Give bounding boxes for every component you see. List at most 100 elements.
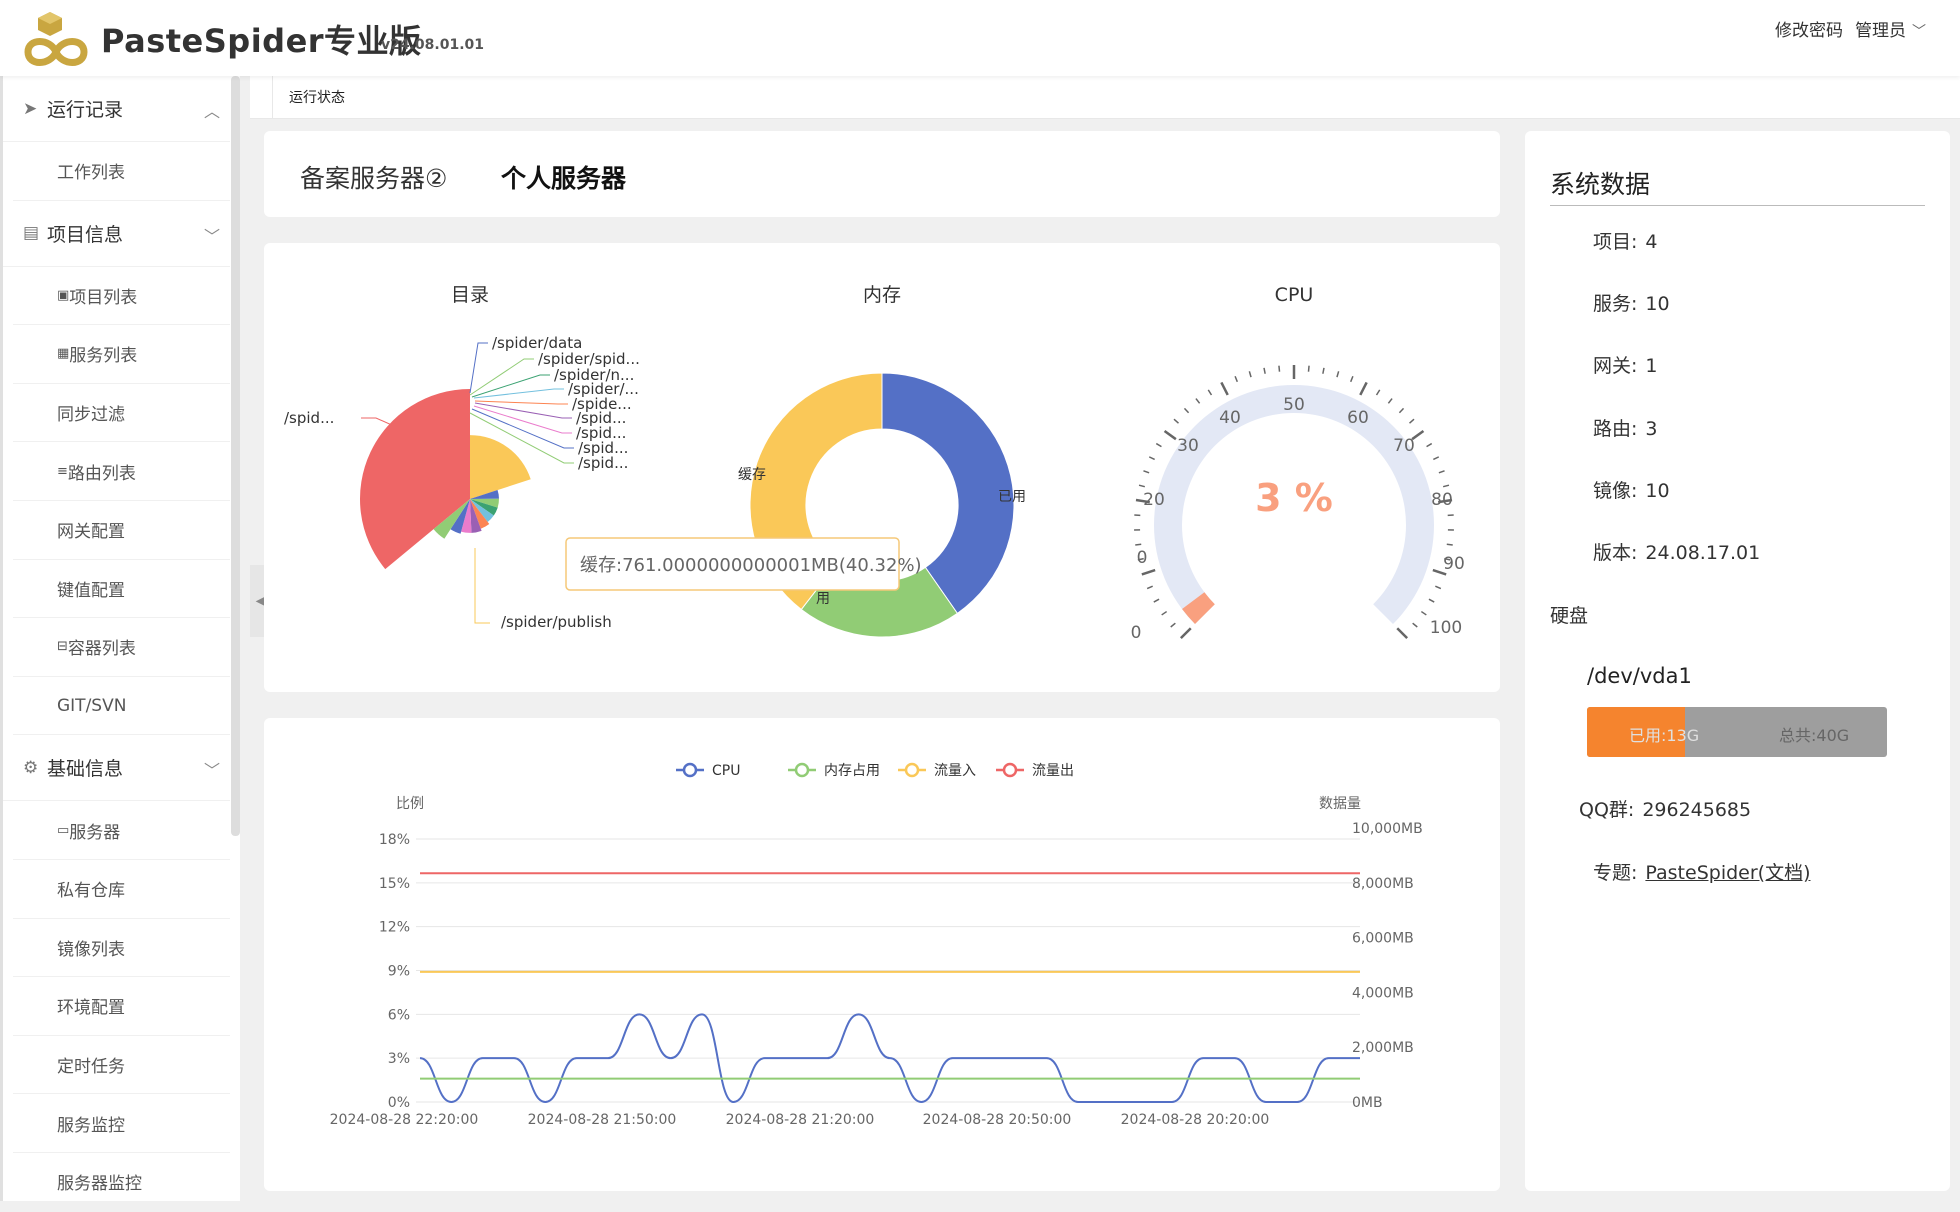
legend-marker: [796, 764, 808, 776]
sidebar-item-work[interactable]: 工作列表: [13, 142, 230, 201]
sidebar-item-label: 容器列表: [68, 634, 136, 659]
stat-label: 版本:: [1593, 542, 1637, 564]
sidebar-item-route[interactable]: ≡路由列表: [13, 442, 230, 501]
stat-value: 24.08.17.01: [1645, 542, 1760, 564]
disk-heading: 硬盘: [1550, 601, 1588, 628]
stat-value: 10: [1645, 293, 1669, 315]
sidebar-item-label: 私有仓库: [57, 876, 125, 901]
sidebar-item-sync-filter[interactable]: 同步过滤: [13, 384, 230, 443]
sidebar-item-service-monitor[interactable]: 服务监控: [13, 1094, 230, 1153]
sidebar-item-gateway[interactable]: 网关配置: [13, 501, 230, 560]
gauge-tick-label: 70: [1393, 436, 1415, 456]
y-right-tick: 10,000MB: [1352, 821, 1423, 837]
tab-run-status[interactable]: 运行状态: [272, 76, 361, 118]
gauge-tick: [1171, 623, 1176, 627]
gauge-tick: [1399, 408, 1403, 412]
x-tick: 2024-08-28 20:20:00: [1121, 1112, 1270, 1128]
document-icon: ▤: [23, 223, 43, 243]
trend-line-chart: CPU内存占用流量入流量出比例数据量0%3%6%9%12%15%18%0MB2,…: [264, 718, 1500, 1191]
tab-server-backup[interactable]: 备案服务器②: [300, 159, 447, 195]
legend-label[interactable]: CPU: [712, 763, 740, 779]
x-tick: 2024-08-28 20:50:00: [923, 1112, 1072, 1128]
menu-item-icon: ≡: [57, 464, 68, 479]
sidebar-item-container[interactable]: ⊟容器列表: [13, 618, 230, 677]
menu-item-icon: ▦: [57, 346, 69, 361]
server-tabs-card: 备案服务器② 个人服务器: [264, 131, 1500, 217]
sidebar-group-2[interactable]: ⚙基础信息﹀: [3, 735, 230, 801]
topic-link[interactable]: PasteSpider(文档): [1645, 862, 1810, 884]
gauge-tick-label: 50: [1283, 395, 1305, 415]
disk-total-label: 总共:40G: [1779, 722, 1849, 746]
gauge-tick: [1433, 457, 1438, 460]
sidebar-group-1[interactable]: ▤项目信息﹀: [3, 201, 230, 267]
sidebar-item-server[interactable]: ▭服务器: [13, 801, 230, 860]
sidebar-item-env[interactable]: 环境配置: [13, 977, 230, 1036]
sidebar-item-schedule[interactable]: 定时任务: [13, 1036, 230, 1095]
mem-slice[interactable]: [882, 373, 1014, 613]
leader-line: [474, 389, 564, 398]
sidebar-item-git-svn[interactable]: GIT/SVN: [13, 677, 230, 736]
mem-chart-title: 内存: [863, 284, 901, 306]
gauge-tick: [1149, 457, 1154, 460]
gauge-tick-label: 0: [1137, 548, 1148, 568]
leader-line: [475, 548, 490, 623]
gauge-tick: [1337, 371, 1339, 377]
legend-marker: [906, 764, 918, 776]
sidebar-item-image[interactable]: 镜像列表: [13, 919, 230, 978]
sidebar-scrollbar[interactable]: [231, 76, 240, 836]
legend-marker: [1004, 764, 1016, 776]
menu-item-icon: ▣: [57, 288, 69, 303]
sidebar: ➤运行记录︿工作列表▤项目信息﹀▣项目列表▦服务列表同步过滤≡路由列表网关配置键…: [0, 76, 240, 1201]
y-left-tick: 0%: [388, 1095, 410, 1111]
sidebar-item-label: 服务器: [69, 818, 120, 843]
gauge-tick: [1447, 544, 1453, 545]
gauge-tick: [1235, 376, 1237, 382]
sidebar-item-kv[interactable]: 键值配置: [13, 560, 230, 619]
user-name: 管理员: [1855, 21, 1906, 41]
sidebar-item-server-monitor[interactable]: 服务器监控: [13, 1153, 230, 1212]
dir-slice[interactable]: [470, 435, 531, 499]
gauge-tick-label: 100: [1430, 618, 1462, 638]
gauge-tick-label: 40: [1219, 408, 1241, 428]
gauge-tick: [1181, 628, 1191, 638]
leader-line: [475, 401, 568, 404]
gauge-tick: [1443, 485, 1449, 486]
gauge-tick-label: 80: [1431, 490, 1453, 510]
gauge-tick: [1156, 444, 1161, 447]
gauge-tick: [1221, 382, 1227, 394]
y-right-tick: 4,000MB: [1352, 985, 1414, 1001]
y-right-tick: 8,000MB: [1352, 876, 1414, 892]
sidebar-item-label: 服务列表: [69, 341, 137, 366]
change-password-link[interactable]: 修改密码: [1775, 16, 1843, 41]
stat-value: 1: [1645, 355, 1657, 377]
chart-tooltip: 缓存:761.0000000000001MB(40.32%): [566, 538, 922, 590]
legend-label[interactable]: 内存占用: [824, 763, 880, 779]
sidebar-item-label: 镜像列表: [57, 935, 125, 960]
gauge-tick-label: 20: [1143, 490, 1165, 510]
tab-server-personal[interactable]: 个人服务器: [501, 159, 626, 195]
sidebar-menu: ➤运行记录︿工作列表▤项目信息﹀▣项目列表▦服务列表同步过滤≡路由列表网关配置键…: [3, 76, 240, 1212]
gauge-tick-label: 60: [1347, 408, 1369, 428]
send-icon: ➤: [23, 99, 43, 119]
sidebar-item-project[interactable]: ▣项目列表: [13, 267, 230, 326]
sidebar-item-label: 路由列表: [68, 459, 136, 484]
stat-value: 10: [1645, 480, 1669, 502]
dir-slice[interactable]: [360, 389, 470, 569]
user-menu[interactable]: 管理员﹀: [1855, 16, 1926, 41]
gauge-tick: [1143, 471, 1149, 473]
mem-donut-chart: 已用缓存用: [738, 373, 1026, 637]
legend-label[interactable]: 流量入: [934, 763, 976, 779]
legend-marker: [684, 764, 696, 776]
gauge-tick: [1208, 390, 1211, 395]
chevron-up-icon: ︿: [204, 98, 220, 122]
dir-chart-title: 目录: [451, 284, 489, 306]
sidebar-group-0[interactable]: ➤运行记录︿: [3, 76, 230, 142]
sidebar-item-service[interactable]: ▦服务列表: [13, 325, 230, 384]
sidebar-item-private-repo[interactable]: 私有仓库: [13, 860, 230, 919]
divider: [1550, 205, 1925, 206]
y-left-axis-label: 比例: [396, 796, 424, 812]
gauge-tick-label: 0: [1131, 623, 1142, 643]
stat-label: 路由:: [1593, 418, 1637, 440]
legend-label[interactable]: 流量出: [1032, 763, 1074, 779]
gauge-tick: [1196, 399, 1200, 404]
